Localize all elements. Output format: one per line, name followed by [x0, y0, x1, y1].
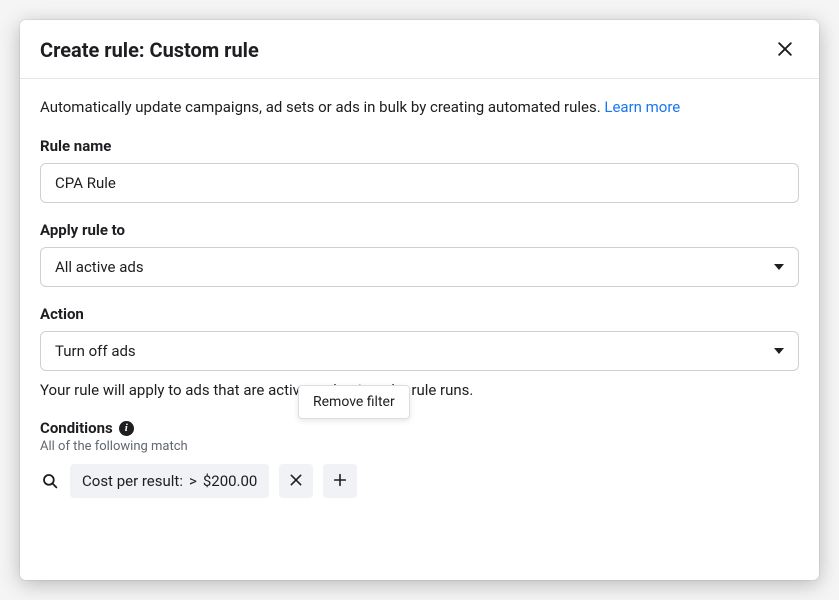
action-help-text: Your rule will apply to ads that are act… — [40, 381, 799, 399]
action-label: Action — [40, 305, 799, 323]
chip-operator: > — [189, 472, 197, 490]
rule-name-input[interactable] — [40, 163, 799, 203]
dialog-title: Create rule: Custom rule — [40, 38, 259, 62]
create-rule-dialog: Create rule: Custom rule Automatically u… — [20, 20, 819, 580]
remove-filter-tooltip: Remove filter — [298, 385, 410, 419]
chip-value: $200.00 — [203, 472, 258, 490]
conditions-header: Conditions i — [40, 419, 799, 437]
add-condition-button[interactable] — [323, 464, 357, 498]
action-select[interactable]: Turn off ads — [40, 331, 799, 371]
close-button[interactable] — [771, 36, 799, 64]
dialog-description: Automatically update campaigns, ad sets … — [40, 97, 799, 117]
dialog-body: Automatically update campaigns, ad sets … — [20, 79, 819, 580]
info-icon[interactable]: i — [119, 421, 134, 436]
x-icon — [288, 472, 304, 491]
apply-rule-to-label: Apply rule to — [40, 221, 799, 239]
conditions-section: Conditions i All of the following match … — [40, 419, 799, 498]
apply-rule-to-value: All active ads — [55, 258, 144, 276]
action-group: Action Turn off ads — [40, 305, 799, 371]
close-icon — [775, 39, 795, 62]
rule-name-group: Rule name — [40, 137, 799, 203]
plus-icon — [332, 472, 348, 491]
chevron-down-icon — [774, 264, 784, 270]
rule-name-label: Rule name — [40, 137, 799, 155]
action-value: Turn off ads — [55, 342, 136, 360]
dialog-header: Create rule: Custom rule — [20, 20, 819, 79]
conditions-row: Cost per result: > $200.00 — [40, 464, 799, 498]
learn-more-link[interactable]: Learn more — [604, 98, 680, 116]
search-icon[interactable] — [40, 471, 60, 491]
conditions-subtext: All of the following match — [40, 439, 799, 454]
apply-rule-to-group: Apply rule to All active ads — [40, 221, 799, 287]
apply-rule-to-select[interactable]: All active ads — [40, 247, 799, 287]
chevron-down-icon — [774, 348, 784, 354]
description-text: Automatically update campaigns, ad sets … — [40, 98, 604, 116]
conditions-label: Conditions — [40, 419, 113, 437]
chip-metric: Cost per result: — [82, 472, 183, 490]
condition-chip[interactable]: Cost per result: > $200.00 — [70, 464, 269, 498]
remove-condition-button[interactable] — [279, 464, 313, 498]
